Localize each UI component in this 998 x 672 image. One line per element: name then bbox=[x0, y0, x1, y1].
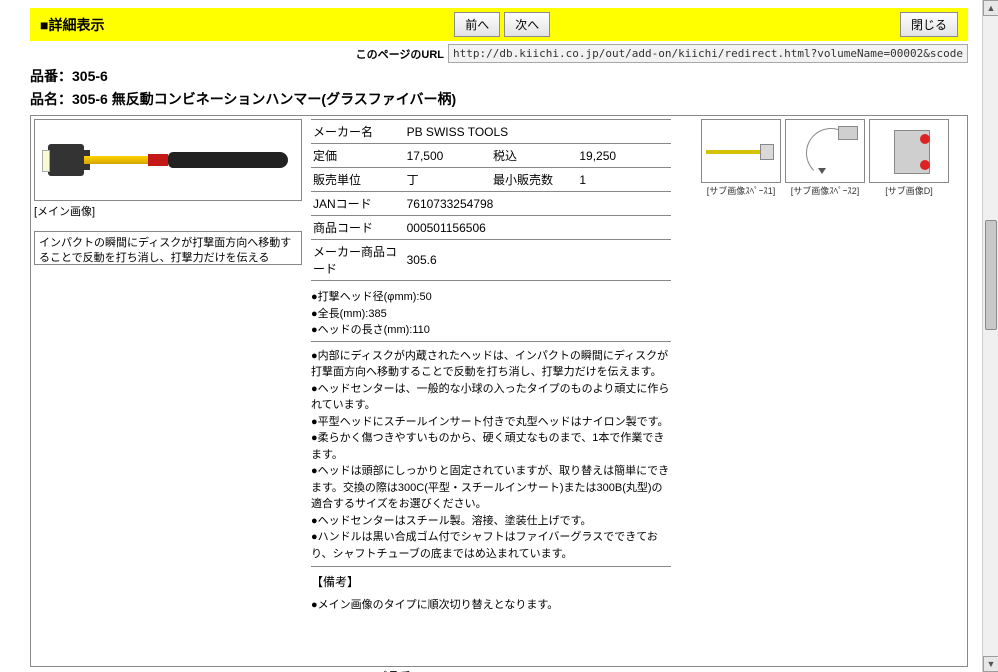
main-image-caption: [メイン画像] bbox=[34, 203, 302, 219]
sub-image-2-caption: [サブ画像ｽﾍﾟｰｽ2] bbox=[785, 184, 865, 197]
series-section: シリーズ品番 bbox=[330, 668, 411, 672]
prev-button[interactable]: 前へ bbox=[454, 12, 500, 37]
next-button[interactable]: 次へ bbox=[504, 12, 550, 37]
scroll-down-arrow[interactable]: ▼ bbox=[983, 656, 998, 672]
spec-bullets: ●打撃ヘッド径(φmm):50 ●全長(mm):385 ●ヘッドの長さ(mm):… bbox=[311, 289, 671, 342]
page-title: ■詳細表示 bbox=[40, 15, 104, 35]
sub-image-3-caption: [サブ画像D] bbox=[869, 184, 949, 197]
url-label: このページのURL bbox=[356, 46, 444, 62]
header-bar: ■詳細表示 前へ 次へ 閉じる bbox=[30, 8, 968, 41]
close-button[interactable]: 閉じる bbox=[900, 12, 958, 37]
main-image[interactable] bbox=[34, 119, 302, 201]
sub-image-1-caption: [サブ画像ｽﾍﾟｰｽ1] bbox=[701, 184, 781, 197]
spec-table: メーカー名PB SWISS TOOLS 定価17,500税込19,250 販売単… bbox=[311, 119, 671, 281]
product-name: 品名：305-6 無反動コンビネーションハンマー(グラスファイバー柄) bbox=[30, 89, 968, 109]
sub-image-3[interactable] bbox=[869, 119, 949, 183]
feature-bullets: ●内部にディスクが内蔵されたヘッドは、インパクトの瞬間にディスクが打撃面方向へ移… bbox=[311, 348, 671, 568]
remarks-body: ●メイン画像のタイプに順次切り替えとなります。 bbox=[311, 596, 671, 612]
remarks-label: 【備考】 bbox=[311, 573, 671, 590]
hammer-illustration bbox=[48, 144, 288, 176]
detail-panel: [メイン画像] インパクトの瞬間にディスクが打撃面方向へ移動することで反動を打ち… bbox=[30, 115, 968, 667]
short-description: インパクトの瞬間にディスクが打撃面方向へ移動することで反動を打ち消し、打撃力だけ… bbox=[34, 231, 302, 265]
scroll-thumb[interactable] bbox=[985, 220, 997, 330]
product-number: 品番：305-6 bbox=[30, 66, 968, 86]
scroll-up-arrow[interactable]: ▲ bbox=[983, 0, 998, 16]
sub-image-2[interactable] bbox=[785, 119, 865, 183]
vertical-scrollbar[interactable]: ▲ ▼ bbox=[982, 0, 998, 672]
page-url-field[interactable] bbox=[448, 44, 968, 63]
sub-image-1[interactable] bbox=[701, 119, 781, 183]
